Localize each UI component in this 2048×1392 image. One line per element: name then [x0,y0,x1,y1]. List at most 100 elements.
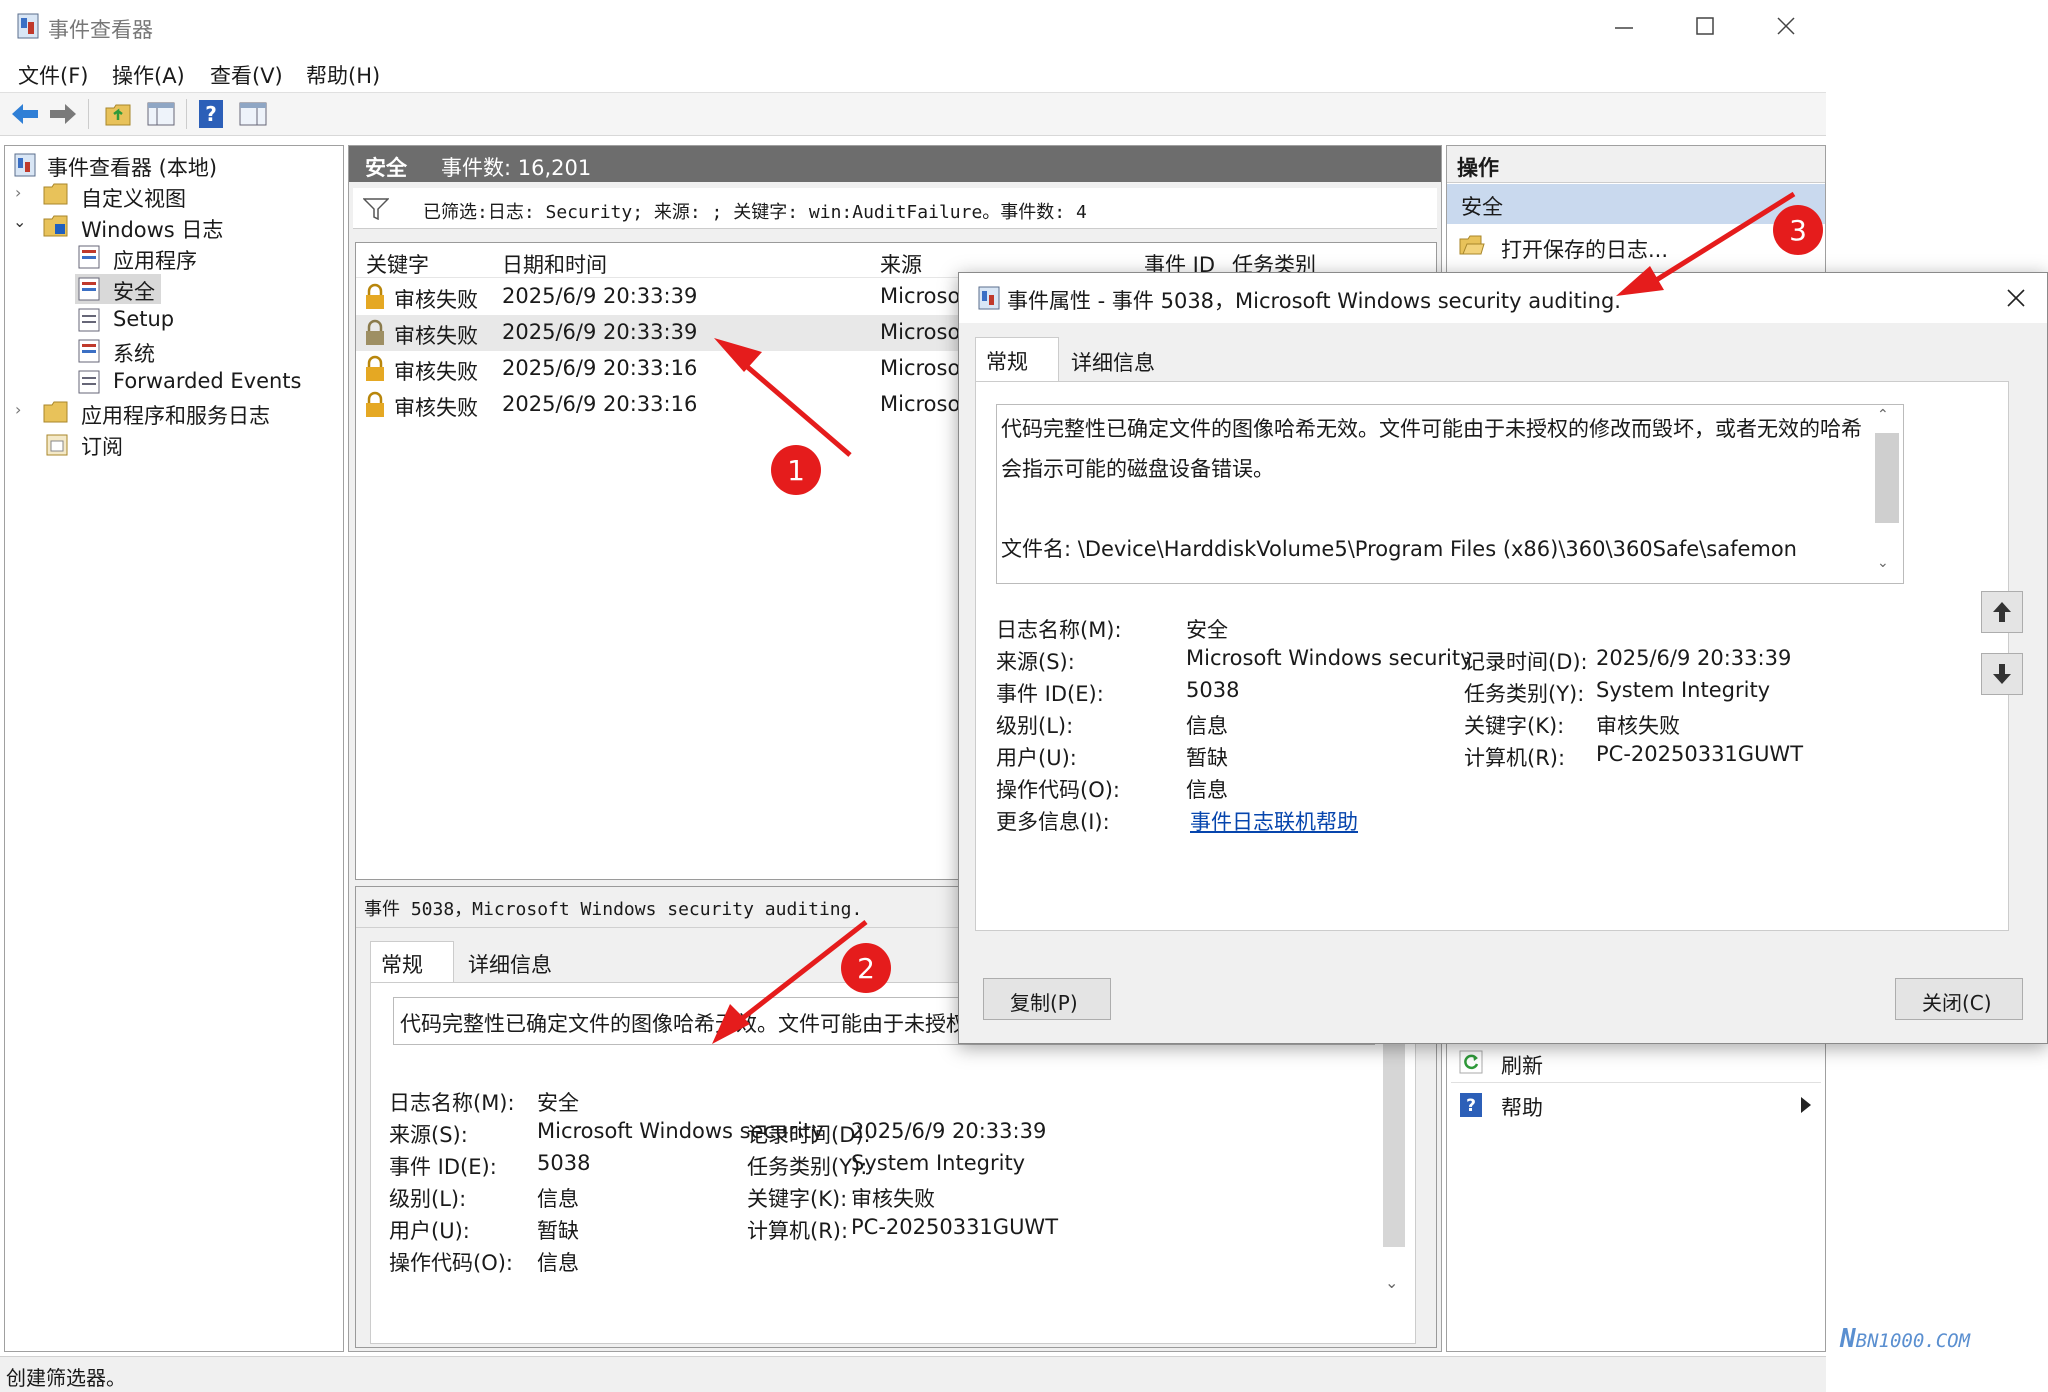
tab-details[interactable]: 详细信息 [468,949,552,979]
dialog-description-scrollbar[interactable] [1875,433,1899,523]
field-opcode-value: 信息 [537,1251,579,1275]
preview-description: 代码完整性已确定文件的图像哈希无效。文件可能由于未授权 [400,1012,967,1036]
tab-general[interactable]: 常规 [370,941,454,984]
row-keyword: 审核失败 [394,288,478,312]
field-user-value: 暂缺 [537,1219,579,1243]
actions-section-label: 安全 [1461,195,1503,219]
dialog-field-log-value: 安全 [1186,618,1228,642]
field-source-label: 来源(S): [389,1123,468,1147]
menu-view[interactable]: 查看(V) [210,60,283,90]
tree-log-security[interactable]: 安全 [113,276,155,306]
dialog-field-user-value: 暂缺 [1186,746,1228,770]
windows-logs-folder-icon [43,215,68,237]
dialog-description-line3: 文件名: \Device\HarddiskVolume5\Program Fil… [1001,537,1797,561]
field-keyword-value: 审核失败 [851,1187,935,1211]
folder-up-icon[interactable] [104,100,132,128]
action-help[interactable]: 帮助 [1501,1092,1543,1122]
filter-bar: 已筛选:日志: Security; 来源: ; 关键字: win:AuditFa… [353,188,1437,229]
menu-help[interactable]: 帮助(H) [306,60,380,90]
column-header-datetime[interactable]: 日期和时间 [502,249,607,279]
expand-chevron-icon[interactable]: › [15,183,21,202]
collapse-chevron-icon[interactable]: ⌄ [13,212,26,231]
actions-section-security[interactable]: 安全 [1447,184,1825,224]
dialog-field-logged-value: 2025/6/9 20:33:39 [1596,646,1792,670]
dialog-title-bar: 事件属性 - 事件 5038，Microsoft Windows securit… [959,273,2047,323]
scroll-down-icon[interactable]: ⌄ [1385,1273,1398,1292]
action-open-saved-log[interactable]: 打开保存的日志... [1501,234,1668,264]
tree-root[interactable]: 事件查看器 (本地) [47,152,217,182]
tree-app-service-logs[interactable]: 应用程序和服务日志 [81,400,270,430]
row-source: Microsof [880,392,968,416]
column-header-source[interactable]: 来源 [880,249,922,279]
svg-text:?: ? [205,102,217,126]
tree-log-setup[interactable]: Setup [113,307,174,331]
dialog-field-keyword-label: 关键字(K): [1464,714,1565,738]
status-bar: 创建筛选器。 [0,1356,1826,1392]
previous-event-button[interactable] [1981,591,2023,633]
expand-chevron-icon[interactable]: › [15,400,21,419]
back-arrow-icon[interactable] [10,101,40,127]
dialog-field-log-label: 日志名称(M): [996,618,1122,642]
help-icon: ? [1460,1093,1482,1117]
event-properties-dialog: 事件属性 - 事件 5038，Microsoft Windows securit… [958,272,2048,1044]
menu-file[interactable]: 文件(F) [18,60,88,90]
dialog-description-box: 代码完整性已确定文件的图像哈希无效。文件可能由于未授权的修改而毁坏，或者无效的哈… [996,404,1904,584]
svg-text:?: ? [1466,1096,1476,1116]
close-icon[interactable] [2005,287,2027,309]
action-refresh[interactable]: 刷新 [1501,1050,1543,1080]
event-viewer-root-icon [14,153,36,177]
forward-arrow-icon[interactable] [48,101,78,127]
watermark-n-glyph: N [1840,1324,1856,1354]
tree-log-application[interactable]: 应用程序 [113,245,197,275]
lock-icon [366,283,384,309]
close-icon[interactable] [1774,14,1798,38]
menu-bar: 文件(F) 操作(A) 查看(V) 帮助(H) [0,54,1826,93]
field-logged-value: 2025/6/9 20:33:39 [851,1119,1047,1143]
scroll-down-icon[interactable]: ⌄ [1877,555,1889,571]
arrow-up-icon [1993,602,2011,622]
next-event-button[interactable] [1981,653,2023,695]
actions-header-label: 操作 [1457,156,1499,180]
menu-action[interactable]: 操作(A) [112,60,185,90]
tree-custom-views[interactable]: 自定义视图 [81,183,186,213]
dialog-field-logged-label: 记录时间(D): [1464,650,1588,674]
maximize-icon[interactable] [1693,14,1717,38]
field-eventid-label: 事件 ID(E): [389,1155,497,1179]
tree-windows-logs[interactable]: Windows 日志 [81,214,223,244]
copy-button-label: 复制(P) [1010,991,1078,1015]
divider [1451,1082,1821,1083]
tree-log-forwarded-events[interactable]: Forwarded Events [113,369,301,393]
refresh-icon [1459,1050,1483,1074]
row-source: Microsof [880,320,968,344]
custom-views-folder-icon [43,183,68,205]
submenu-arrow-icon[interactable] [1799,1096,1813,1114]
scroll-up-icon[interactable]: ⌃ [1877,407,1889,423]
row-datetime: 2025/6/9 20:33:16 [502,392,698,416]
help-icon[interactable]: ? [198,99,224,129]
dialog-field-computer-value: PC-20250331GUWT [1596,742,1804,766]
dialog-tab-details[interactable]: 详细信息 [1071,347,1155,377]
watermark: NBN1000.COM [1840,1324,1970,1354]
column-header-keyword[interactable]: 关键字 [366,249,429,279]
action-pane-icon[interactable] [238,100,268,128]
dialog-description-line1: 代码完整性已确定文件的图像哈希无效。文件可能由于未授权的修改而毁坏，或者无效的哈… [1001,417,1862,441]
row-keyword: 审核失败 [394,396,478,420]
row-datetime: 2025/6/9 20:33:39 [502,320,698,344]
preview-title: 事件 5038，Microsoft Windows security audit… [364,899,863,920]
show-hide-tree-icon[interactable] [146,100,176,128]
field-eventid-value: 5038 [537,1151,591,1175]
row-datetime: 2025/6/9 20:33:39 [502,284,698,308]
status-text: 创建筛选器。 [6,1366,126,1390]
tree-subscriptions[interactable]: 订阅 [81,431,123,461]
minimize-icon[interactable] [1612,16,1636,40]
event-viewer-app-icon [17,13,39,39]
close-button[interactable]: 关闭(C) [1895,978,2023,1020]
field-level-label: 级别(L): [389,1187,467,1211]
row-source: Microsof [880,356,968,380]
event-log-online-help-link[interactable]: 事件日志联机帮助 [1190,806,1358,836]
tree-log-system[interactable]: 系统 [113,338,155,368]
copy-button[interactable]: 复制(P) [983,978,1111,1020]
close-button-label: 关闭(C) [1922,991,1992,1015]
dialog-tab-general[interactable]: 常规 [975,337,1059,382]
watermark-text: BN1000.COM [1855,1330,1971,1352]
